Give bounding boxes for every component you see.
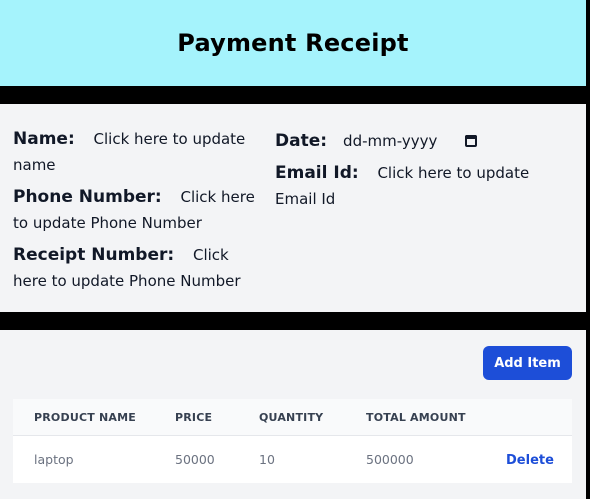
phone-field: Phone Number: Click here to update Phone… xyxy=(13,184,263,236)
calendar-icon[interactable] xyxy=(465,135,478,147)
receipt-number-field: Receipt Number: Click here to update Pho… xyxy=(13,242,263,294)
items-panel: Add Item PRODUCT NAME PRICE QUANTITY TOT… xyxy=(0,330,586,499)
date-field: Date: dd-mm-yyyy xyxy=(275,126,565,156)
name-label: Name: xyxy=(13,129,75,149)
items-table: PRODUCT NAME PRICE QUANTITY TOTAL AMOUNT… xyxy=(13,399,572,483)
cell-quantity: 10 xyxy=(259,452,275,467)
cell-product-name: laptop xyxy=(34,452,74,467)
column-header-total-amount: TOTAL AMOUNT xyxy=(366,410,466,424)
email-label: Email Id: xyxy=(275,163,359,183)
receipt-number-label: Receipt Number: xyxy=(13,245,175,265)
phone-label: Phone Number: xyxy=(13,187,162,207)
date-label: Date: xyxy=(275,131,328,151)
column-header-quantity: QUANTITY xyxy=(259,410,324,424)
page-header: Payment Receipt xyxy=(0,0,586,86)
column-header-product-name: PRODUCT NAME xyxy=(34,410,136,424)
receipt-details-panel: Name: Click here to update name Phone Nu… xyxy=(0,104,586,312)
email-field: Email Id: Click here to update Email Id xyxy=(275,160,565,212)
add-item-button[interactable]: Add Item xyxy=(483,346,572,380)
name-field: Name: Click here to update name xyxy=(13,126,263,178)
cell-actions: Delete xyxy=(485,452,572,468)
column-header-price: PRICE xyxy=(175,410,213,424)
table-header: PRODUCT NAME PRICE QUANTITY TOTAL AMOUNT xyxy=(13,399,572,436)
date-placeholder: dd-mm-yyyy xyxy=(343,132,438,150)
date-input[interactable]: dd-mm-yyyy xyxy=(343,132,478,150)
delete-button[interactable]: Delete xyxy=(506,453,554,468)
details-left-column: Name: Click here to update name Phone Nu… xyxy=(13,126,263,300)
cell-total-amount: 500000 xyxy=(366,452,414,467)
table-row: laptop 50000 10 500000 Delete xyxy=(13,436,572,483)
cell-price: 50000 xyxy=(175,452,215,467)
page-title: Payment Receipt xyxy=(177,29,409,57)
details-right-column: Date: dd-mm-yyyy Email Id: Click here to… xyxy=(275,126,565,218)
